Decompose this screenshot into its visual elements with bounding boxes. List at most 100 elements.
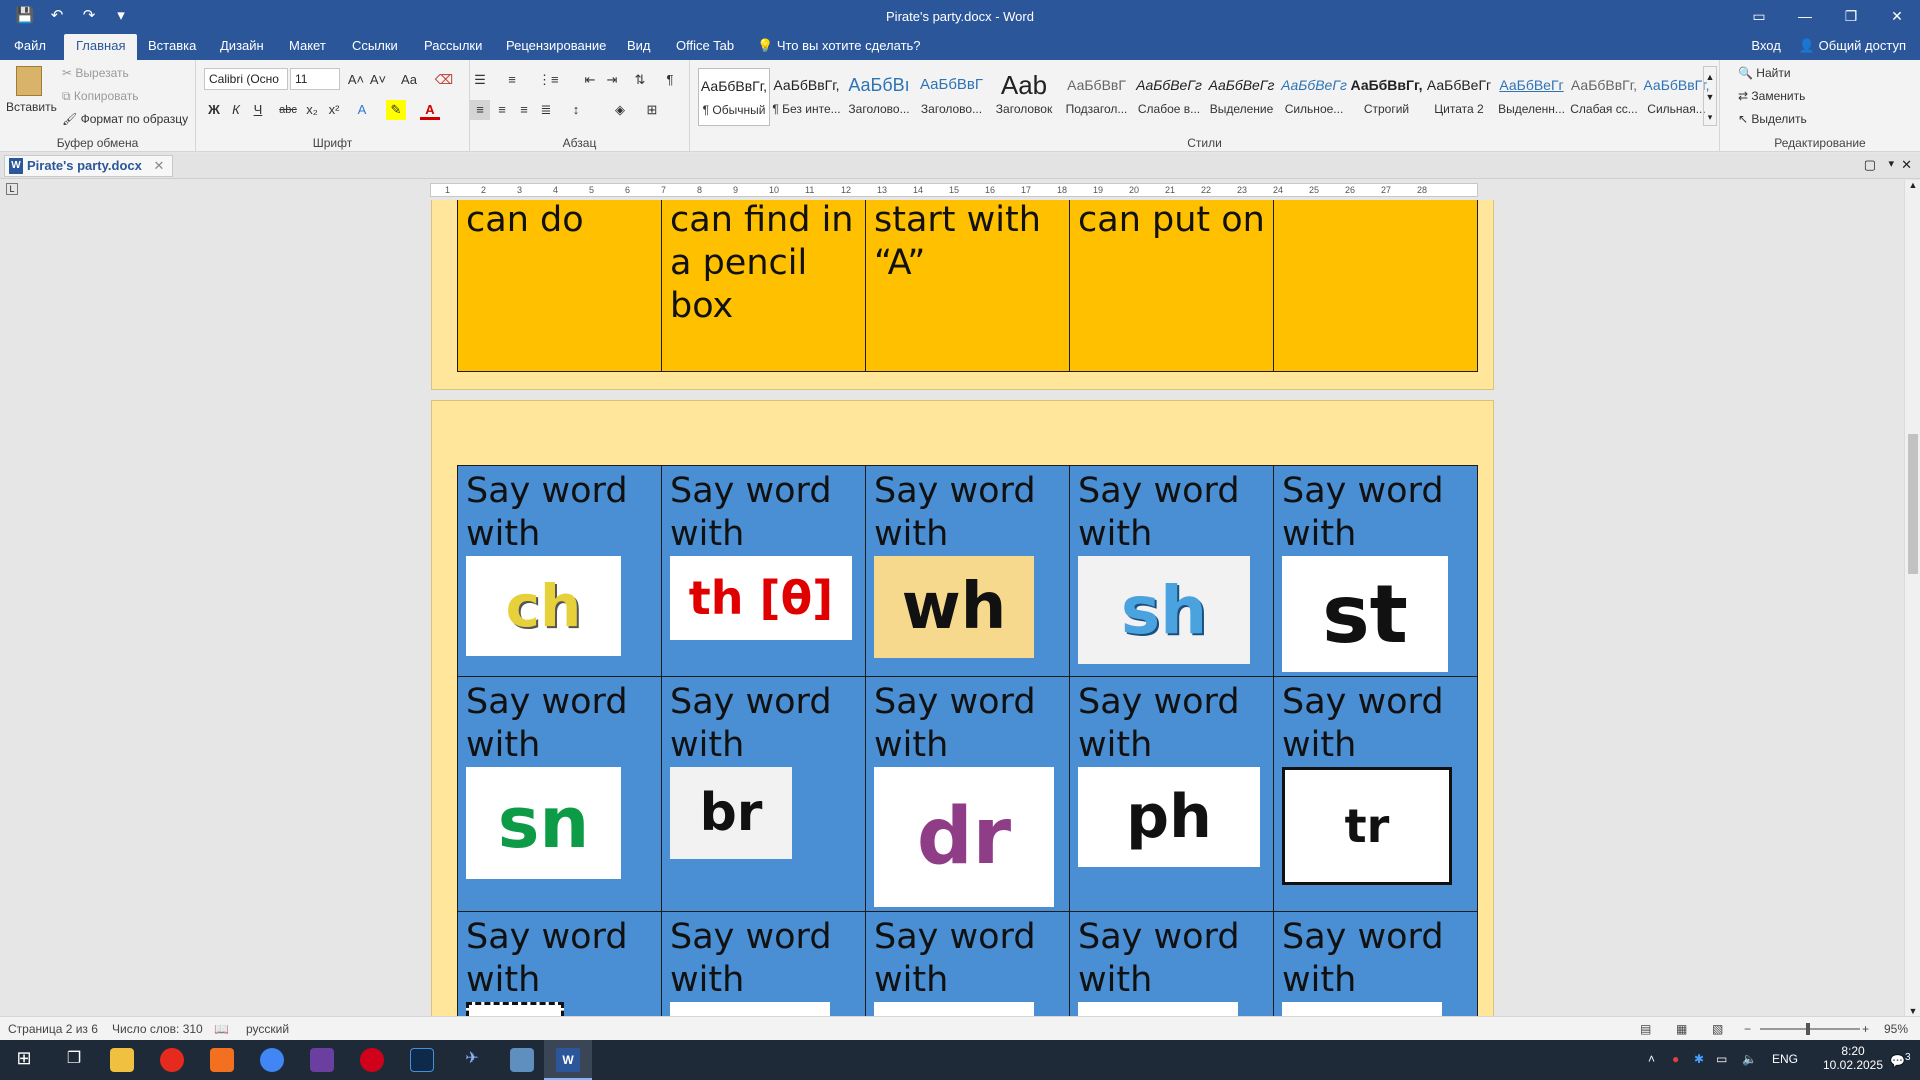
- close-button[interactable]: ✕: [1874, 0, 1920, 34]
- tab-review[interactable]: Рецензирование: [506, 38, 606, 53]
- media-app-icon[interactable]: [310, 1048, 334, 1072]
- tab-design[interactable]: Дизайн: [220, 38, 264, 53]
- zoom-slider[interactable]: [1760, 1023, 1860, 1035]
- web-layout-icon[interactable]: ▧: [1712, 1022, 1723, 1036]
- tab-view[interactable]: Вид: [627, 38, 651, 53]
- numbering-icon[interactable]: ≡: [502, 70, 522, 90]
- lightroom-icon[interactable]: [410, 1048, 434, 1072]
- bluetooth-icon[interactable]: ✱: [1694, 1052, 1704, 1066]
- tray-expand-icon[interactable]: ˄: [1648, 1052, 1655, 1066]
- word-count[interactable]: Число слов: 310: [112, 1022, 203, 1036]
- zoom-slider-thumb[interactable]: [1806, 1023, 1810, 1035]
- shading-icon[interactable]: ◈: [610, 100, 630, 120]
- table-cell[interactable]: Say word with: [1273, 911, 1478, 1016]
- line-spacing-icon[interactable]: ↕: [566, 100, 586, 120]
- show-marks-button[interactable]: ¶: [660, 70, 680, 90]
- table-cell[interactable]: Say word with: [661, 911, 866, 1016]
- document-tab[interactable]: Pirate's party.docx ✕: [4, 155, 174, 177]
- table-cell[interactable]: two lo...: [1273, 200, 1478, 372]
- copy-button[interactable]: ⧉ Копировать: [62, 89, 139, 104]
- start-icon[interactable]: ⊞: [12, 1048, 36, 1072]
- zoom-out-icon[interactable]: −: [1744, 1022, 1751, 1036]
- tab-layout[interactable]: Макет: [289, 38, 326, 53]
- proofing-icon[interactable]: 📖: [214, 1022, 229, 1036]
- network-icon[interactable]: ▭: [1716, 1052, 1727, 1066]
- tab-mailings[interactable]: Рассылки: [424, 38, 482, 53]
- style-item[interactable]: АаБбВеГг Цитата 2: [1423, 68, 1495, 126]
- change-case-button[interactable]: Aa: [396, 70, 422, 90]
- style-item[interactable]: АаБбВвГ Заголово...: [916, 68, 988, 126]
- close-tab-icon[interactable]: ✕: [153, 158, 164, 173]
- style-item[interactable]: АаБбВеГг Выделение: [1206, 68, 1278, 126]
- decrease-indent-icon[interactable]: ⇤: [580, 70, 600, 90]
- highlight-color-icon[interactable]: ✎: [386, 100, 406, 120]
- align-center-icon[interactable]: ≡: [492, 100, 512, 120]
- style-item[interactable]: Aab Заголовок: [988, 68, 1060, 126]
- style-item[interactable]: АаБбВı Заголово...: [843, 68, 915, 126]
- print-layout-icon[interactable]: ▦: [1676, 1022, 1687, 1036]
- new-tab-icon[interactable]: ▢: [1864, 157, 1876, 173]
- shrink-font-button[interactable]: A˅: [368, 70, 388, 90]
- file-explorer-icon[interactable]: [110, 1048, 134, 1072]
- minimize-button[interactable]: —: [1782, 0, 1828, 34]
- notifications-icon[interactable]: 💬3: [1890, 1052, 1911, 1068]
- style-item[interactable]: АаБбВвГг, Слабая сс...: [1568, 68, 1640, 126]
- style-item[interactable]: АаБбВвГг, Строгий: [1351, 68, 1423, 126]
- tab-file[interactable]: Файл: [14, 38, 46, 53]
- table-cell[interactable]: Say word with: [1069, 911, 1274, 1016]
- tab-home[interactable]: Главная: [64, 34, 138, 60]
- zoom-in-icon[interactable]: +: [1862, 1022, 1869, 1036]
- opera-icon[interactable]: [360, 1048, 384, 1072]
- word-taskbar-button[interactable]: W: [544, 1040, 592, 1080]
- tab-list-icon[interactable]: ▾: [1888, 157, 1894, 170]
- sort-icon[interactable]: ⇅: [630, 70, 650, 90]
- table-cell[interactable]: Say word with sp: [457, 911, 662, 1016]
- app-icon[interactable]: [210, 1048, 234, 1072]
- language-indicator[interactable]: русский: [246, 1022, 289, 1036]
- increase-indent-icon[interactable]: ⇥: [602, 70, 622, 90]
- scroll-thumb[interactable]: [1908, 434, 1918, 574]
- app-icon-2[interactable]: ✈: [460, 1048, 484, 1072]
- security-icon[interactable]: ●: [1672, 1052, 1679, 1066]
- table-cell[interactable]: Say word with ph: [1069, 676, 1274, 912]
- strikethrough-button[interactable]: abc: [276, 100, 300, 120]
- table-cell[interactable]: things you can find in a pencil box: [661, 200, 866, 372]
- subscript-button[interactable]: x₂: [302, 100, 322, 120]
- tell-me-search[interactable]: 💡 Что вы хотите сделать?: [757, 38, 921, 54]
- style-item[interactable]: АаБбВвГ Подзагол...: [1061, 68, 1133, 126]
- justify-icon[interactable]: ≣: [536, 100, 556, 120]
- align-left-icon[interactable]: ≡: [470, 100, 490, 120]
- multilevel-list-icon[interactable]: ⋮≡: [538, 70, 559, 90]
- style-item[interactable]: АаБбВеГг Сильное...: [1278, 68, 1350, 126]
- read-mode-icon[interactable]: ▤: [1640, 1022, 1651, 1036]
- table-cell[interactable]: Say word with ch: [457, 465, 662, 677]
- table-cell[interactable]: words start with “A”: [865, 200, 1070, 372]
- task-view-icon[interactable]: ❐: [62, 1048, 86, 1072]
- table-cell[interactable]: Say word with dr: [865, 676, 1070, 912]
- yandex-icon[interactable]: [160, 1048, 184, 1072]
- underline-button[interactable]: Ч: [248, 100, 268, 120]
- sign-in-link[interactable]: Вход: [1751, 38, 1780, 54]
- replace-button[interactable]: ⇄ Заменить: [1738, 89, 1805, 103]
- cut-button[interactable]: ✂ Вырезать: [62, 66, 129, 80]
- tab-references[interactable]: Ссылки: [352, 38, 398, 53]
- table-cell[interactable]: Say word with th [θ]: [661, 465, 866, 677]
- table-cell[interactable]: things you can put on: [1069, 200, 1274, 372]
- clock[interactable]: 8:20 10.02.2025: [1822, 1044, 1884, 1072]
- table-cell[interactable]: Say word with sn: [457, 676, 662, 912]
- zoom-level[interactable]: 95%: [1884, 1022, 1908, 1036]
- table-cell[interactable]: Say word with wh: [865, 465, 1070, 677]
- grow-font-button[interactable]: A˄: [346, 70, 366, 90]
- ribbon-display-options-icon[interactable]: ▭: [1736, 0, 1782, 34]
- app-icon-3[interactable]: [510, 1048, 534, 1072]
- restore-button[interactable]: ❐: [1828, 0, 1874, 34]
- table-cell[interactable]: Say word with st: [1273, 465, 1478, 677]
- input-language[interactable]: ENG: [1772, 1052, 1798, 1066]
- style-item[interactable]: АаБбВеГг Выделенн...: [1496, 68, 1568, 126]
- clear-formatting-icon[interactable]: ⌫: [434, 70, 454, 90]
- ruler-scale[interactable]: 1 2 3 4 5 6 7 8 9 10 11 12 13 14 15 16 17 18 19 20 21 22 23 24 2…: [430, 183, 1478, 197]
- font-color-button[interactable]: A: [420, 100, 440, 120]
- volume-icon[interactable]: 🔈: [1742, 1052, 1757, 1066]
- table-cell[interactable]: things you can do: [457, 200, 662, 372]
- scroll-up-icon[interactable]: ▲: [1905, 180, 1920, 190]
